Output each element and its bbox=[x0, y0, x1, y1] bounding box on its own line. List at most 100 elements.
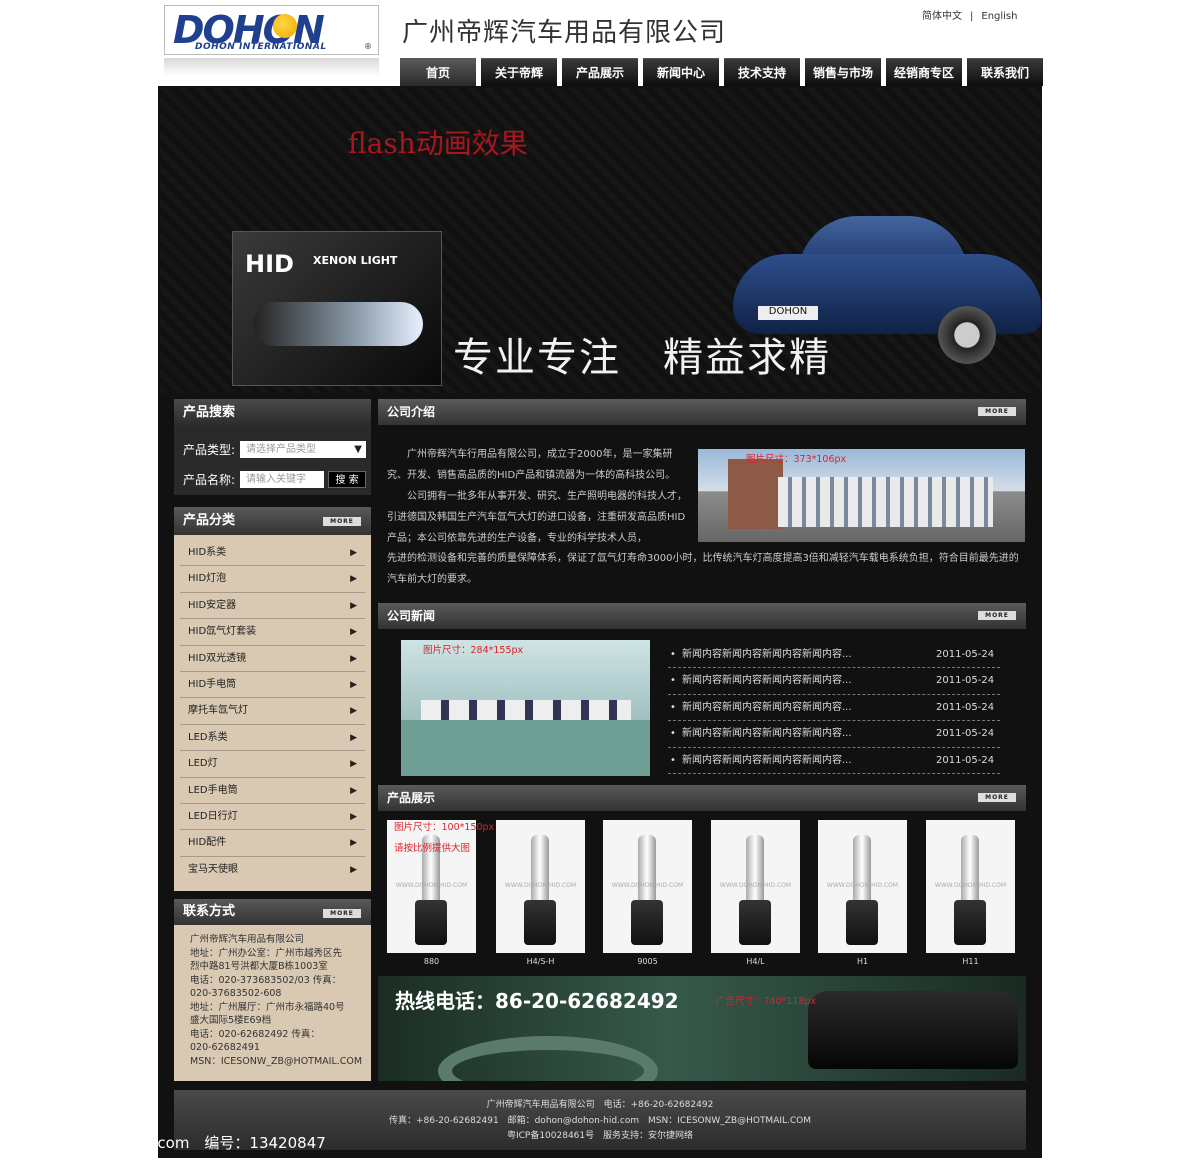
category-item[interactable]: HID氙气灯套装 ▶ bbox=[180, 619, 365, 646]
nav-news[interactable]: 新闻中心 bbox=[643, 58, 719, 86]
nav-dealers[interactable]: 经销商专区 bbox=[886, 58, 962, 86]
contact-line: 烈中路81号洪都大厦B栋1003室 bbox=[190, 961, 328, 972]
nav-contact[interactable]: 联系我们 bbox=[967, 58, 1043, 86]
hid-product-box: HID XENON LIGHT bbox=[232, 231, 442, 386]
category-title: 产品分类 bbox=[183, 513, 236, 528]
news-item[interactable]: • 新闻内容新闻内容新闻内容新闻内容... 2011-05-24 bbox=[668, 642, 1000, 669]
intro-more-button[interactable]: MORE bbox=[978, 407, 1016, 416]
contact-line: 地址：广州展厅：广州市永福路40号 bbox=[190, 1001, 345, 1013]
lang-chinese-link[interactable]: 简体中文 bbox=[922, 11, 962, 22]
bulb-base bbox=[954, 900, 986, 945]
news-date: 2011-05-24 bbox=[936, 754, 995, 766]
product-name: 9005 bbox=[637, 957, 658, 966]
product-name-input[interactable]: 请输入关键字 bbox=[240, 471, 324, 488]
nav-products[interactable]: 产品展示 bbox=[562, 58, 638, 86]
building-facade bbox=[778, 477, 993, 527]
product-category-panel: 产品分类 MORE HID系类 ▶ HID灯泡 ▶ HID安定器 ▶ HID氙气灯套装… bbox=[174, 507, 371, 891]
news-photo[interactable] bbox=[401, 640, 650, 776]
footer-company: 广州帝辉汽车用品有限公司 bbox=[486, 1100, 595, 1110]
product-card[interactable]: WWW.DOHON-HID.COM 9005 bbox=[603, 820, 692, 970]
nav-sales[interactable]: 销售与市场 bbox=[805, 58, 881, 86]
category-label: LED灯 bbox=[188, 758, 218, 770]
nav-support[interactable]: 技术支持 bbox=[724, 58, 800, 86]
arrow-right-icon: ▶ bbox=[350, 811, 357, 822]
contact-header: 联系方式 MORE bbox=[174, 899, 371, 925]
category-item[interactable]: HID灯泡 ▶ bbox=[180, 566, 365, 593]
car-plate: DOHON bbox=[758, 306, 818, 320]
footer-line-2: 传真：+86-20-62682491 邮箱：dohon@dohon-hid.co… bbox=[174, 1114, 1026, 1130]
building-tower bbox=[728, 459, 783, 529]
ad-swirl-graphic bbox=[438, 1036, 658, 1081]
search-button[interactable]: 搜 索 bbox=[328, 471, 366, 488]
bulb-base bbox=[524, 900, 556, 945]
hid-bulb-image bbox=[253, 302, 423, 346]
product-name: 880 bbox=[423, 957, 440, 966]
category-label: LED手电筒 bbox=[188, 784, 238, 796]
category-label: LED日行灯 bbox=[188, 810, 238, 822]
category-item[interactable]: HID双光透镜 ▶ bbox=[180, 646, 365, 672]
logo-subtitle: DOHON INTERNATIONAL bbox=[195, 42, 327, 52]
category-label: HID安定器 bbox=[188, 599, 237, 611]
contact-details: 广州帝辉汽车用品有限公司 地址：广州办公室：广州市越秀区先 烈中路81号洪都大厦… bbox=[174, 925, 371, 1068]
category-label: 摩托车氙气灯 bbox=[188, 705, 248, 717]
news-more-button[interactable]: MORE bbox=[978, 611, 1016, 620]
category-more-button[interactable]: MORE bbox=[323, 517, 361, 526]
footer-fax: 传真：+86-20-62682491 bbox=[388, 1115, 499, 1126]
xenon-light-label: XENON LIGHT bbox=[313, 254, 398, 267]
main-nav: 首页 关于帝辉 产品展示 新闻中心 技术支持 销售与市场 经销商专区 联系我们 bbox=[400, 58, 1043, 86]
news-date: 2011-05-24 bbox=[936, 675, 995, 687]
intro-paragraph: 公司拥有一批多年从事开发、研究、生产照明电器的科技人才，引进德国及韩国生产汽车氙… bbox=[387, 491, 687, 544]
news-item[interactable]: • 新闻内容新闻内容新闻内容新闻内容... 2011-05-24 bbox=[668, 748, 1000, 774]
news-text: 新闻内容新闻内容新闻内容新闻内容... bbox=[682, 649, 852, 660]
footer-msn: MSN：ICESONW_ZB@HOTMAIL.COM bbox=[647, 1115, 812, 1126]
intro-paragraph-tail: 先进的检测设备和完善的质量保障体系，保证了氙气灯寿命3000小时，比传统汽车灯高… bbox=[387, 553, 1019, 585]
news-item[interactable]: • 新闻内容新闻内容新闻内容新闻内容... 2011-05-24 bbox=[668, 668, 1000, 695]
news-text: 新闻内容新闻内容新闻内容新闻内容... bbox=[682, 754, 852, 766]
contact-line: 电话：020-62682492 传真： bbox=[190, 1028, 320, 1040]
category-item[interactable]: HID系类 ▶ bbox=[180, 540, 365, 567]
news-item[interactable]: • 新闻内容新闻内容新闻内容新闻内容... 2011-05-24 bbox=[668, 695, 1000, 722]
intro-paragraph: 广州帝辉汽车行用品有限公司，成立于2000年，是一家集研究、开发、销售高品质的H… bbox=[387, 449, 676, 481]
product-image: WWW.DOHON-HID.COM bbox=[711, 820, 800, 953]
contact-line: 020-62682491 bbox=[190, 1042, 260, 1053]
arrow-right-icon: ▶ bbox=[350, 706, 357, 717]
lang-english-link[interactable]: English bbox=[981, 11, 1017, 22]
category-label: HID手电筒 bbox=[188, 678, 237, 690]
category-item[interactable]: 摩托车氙气灯 ▶ bbox=[180, 698, 365, 725]
category-item[interactable]: LED手电筒 ▶ bbox=[180, 778, 365, 804]
contact-line: MSN：ICESONW_ZB@HOTMAIL.COM bbox=[190, 1055, 363, 1067]
product-image: WWW.DOHON-HID.COM bbox=[496, 820, 585, 953]
contact-more-button[interactable]: MORE bbox=[323, 909, 361, 918]
category-item[interactable]: LED灯 ▶ bbox=[180, 751, 365, 778]
category-item[interactable]: LED日行灯 ▶ bbox=[180, 804, 365, 831]
footer-email[interactable]: 邮箱：dohon@dohon-hid.com bbox=[508, 1116, 640, 1126]
product-watermark: WWW.DOHON-HID.COM bbox=[934, 882, 1007, 889]
footer-icp[interactable]: 粤ICP备10028461号 bbox=[507, 1131, 594, 1141]
contact-line: 020-37683502-608 bbox=[190, 988, 282, 999]
product-type-select[interactable]: 请选择产品类型 ▼ bbox=[240, 441, 366, 458]
contact-line: 广州帝辉汽车用品有限公司 bbox=[190, 934, 305, 945]
flash-banner: flash动画效果 HID XENON LIGHT 专业专注 精益求精 DOHO… bbox=[160, 88, 1041, 393]
product-card[interactable]: WWW.DOHON-HID.COM H11 bbox=[926, 820, 1015, 970]
category-item[interactable]: LED系类 ▶ bbox=[180, 725, 365, 752]
nav-about[interactable]: 关于帝辉 bbox=[481, 58, 557, 86]
category-item[interactable]: HID配件 ▶ bbox=[180, 830, 365, 857]
footer-support[interactable]: 服务支持：安尔捷网络 bbox=[603, 1131, 693, 1141]
contact-title: 联系方式 bbox=[183, 904, 236, 919]
category-label: LED系类 bbox=[188, 731, 228, 743]
product-card[interactable]: WWW.DOHON-HID.COM H4/S-H bbox=[496, 820, 585, 970]
search-title: 产品搜索 bbox=[174, 399, 371, 427]
hotline-ad-banner[interactable]: 热线电话：86-20-62682492 广告尺寸：740*118px bbox=[378, 976, 1026, 1081]
category-item[interactable]: 宝马天使眼 ▶ bbox=[180, 857, 365, 883]
product-name: H4/S-H bbox=[526, 957, 555, 966]
category-item[interactable]: HID安定器 ▶ bbox=[180, 593, 365, 620]
products-more-button[interactable]: MORE bbox=[978, 793, 1016, 802]
bulb-base bbox=[631, 900, 663, 945]
product-card[interactable]: WWW.DOHON-HID.COM H4/L bbox=[711, 820, 800, 970]
news-item[interactable]: • 新闻内容新闻内容新闻内容新闻内容... 2011-05-24 bbox=[668, 721, 1000, 748]
registered-mark: ® bbox=[364, 42, 372, 51]
category-item[interactable]: HID手电筒 ▶ bbox=[180, 672, 365, 699]
dohon-logo[interactable]: DOHON DOHON INTERNATIONAL ® bbox=[164, 5, 379, 55]
product-card[interactable]: WWW.DOHON-HID.COM H1 bbox=[818, 820, 907, 970]
nav-home[interactable]: 首页 bbox=[400, 58, 476, 86]
